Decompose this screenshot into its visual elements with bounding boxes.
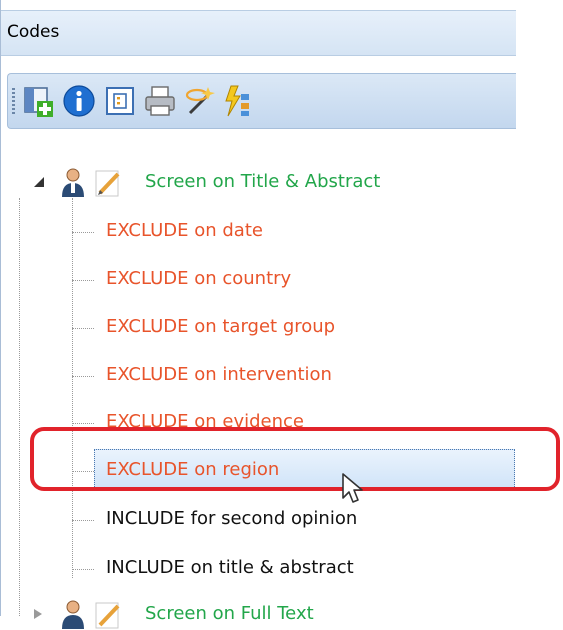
tree-connector xyxy=(72,569,94,570)
panel-titlebar: Codes xyxy=(1,10,516,56)
collapse-arrow-icon[interactable] xyxy=(32,175,46,189)
tree-connector xyxy=(72,520,94,521)
tree-node-exclude-intervention[interactable]: EXCLUDE on intervention xyxy=(106,364,332,385)
tree-node-screen-full-text[interactable]: Screen on Full Text xyxy=(145,603,314,624)
tree-connector xyxy=(72,280,94,281)
highlight-annotation xyxy=(30,427,560,491)
print-icon xyxy=(145,86,175,116)
tree-connector xyxy=(72,232,94,233)
user-icon xyxy=(62,168,84,197)
tree-connector xyxy=(19,198,20,616)
info-icon xyxy=(63,85,95,117)
magic-wand-icon xyxy=(185,87,215,115)
info-button[interactable] xyxy=(62,84,96,118)
add-code-icon xyxy=(24,87,53,117)
edit-pencil-icon[interactable] xyxy=(94,600,122,630)
edit-pencil-icon[interactable] xyxy=(94,168,122,198)
expand-arrow-icon[interactable] xyxy=(32,608,44,620)
properties-icon xyxy=(106,87,134,115)
auto-code-icon xyxy=(225,85,249,117)
toolbar-grip[interactable] xyxy=(12,88,15,114)
mouse-cursor-icon xyxy=(342,473,363,503)
properties-button[interactable] xyxy=(103,84,137,118)
print-button[interactable] xyxy=(143,84,177,118)
panel-title: Codes xyxy=(7,22,60,42)
tree-connector xyxy=(72,328,94,329)
tree-node-exclude-target-group[interactable]: EXCLUDE on target group xyxy=(106,316,335,337)
tree-node-include-second-opinion[interactable]: INCLUDE for second opinion xyxy=(106,508,357,529)
tree-node-include-title-abstract[interactable]: INCLUDE on title & abstract xyxy=(106,557,354,578)
user-icon xyxy=(62,600,84,629)
magic-wand-button[interactable] xyxy=(183,84,217,118)
tree-connector xyxy=(72,198,73,578)
tree-node-exclude-country[interactable]: EXCLUDE on country xyxy=(106,268,291,289)
tree-connector xyxy=(72,376,94,377)
tree-node-screen-title-abstract[interactable]: Screen on Title & Abstract xyxy=(145,171,380,192)
auto-code-button[interactable] xyxy=(221,84,255,118)
tree-connector xyxy=(72,423,94,424)
codes-toolbar xyxy=(7,73,516,129)
add-code-button[interactable] xyxy=(22,84,56,118)
tree-node-exclude-date[interactable]: EXCLUDE on date xyxy=(106,220,263,241)
